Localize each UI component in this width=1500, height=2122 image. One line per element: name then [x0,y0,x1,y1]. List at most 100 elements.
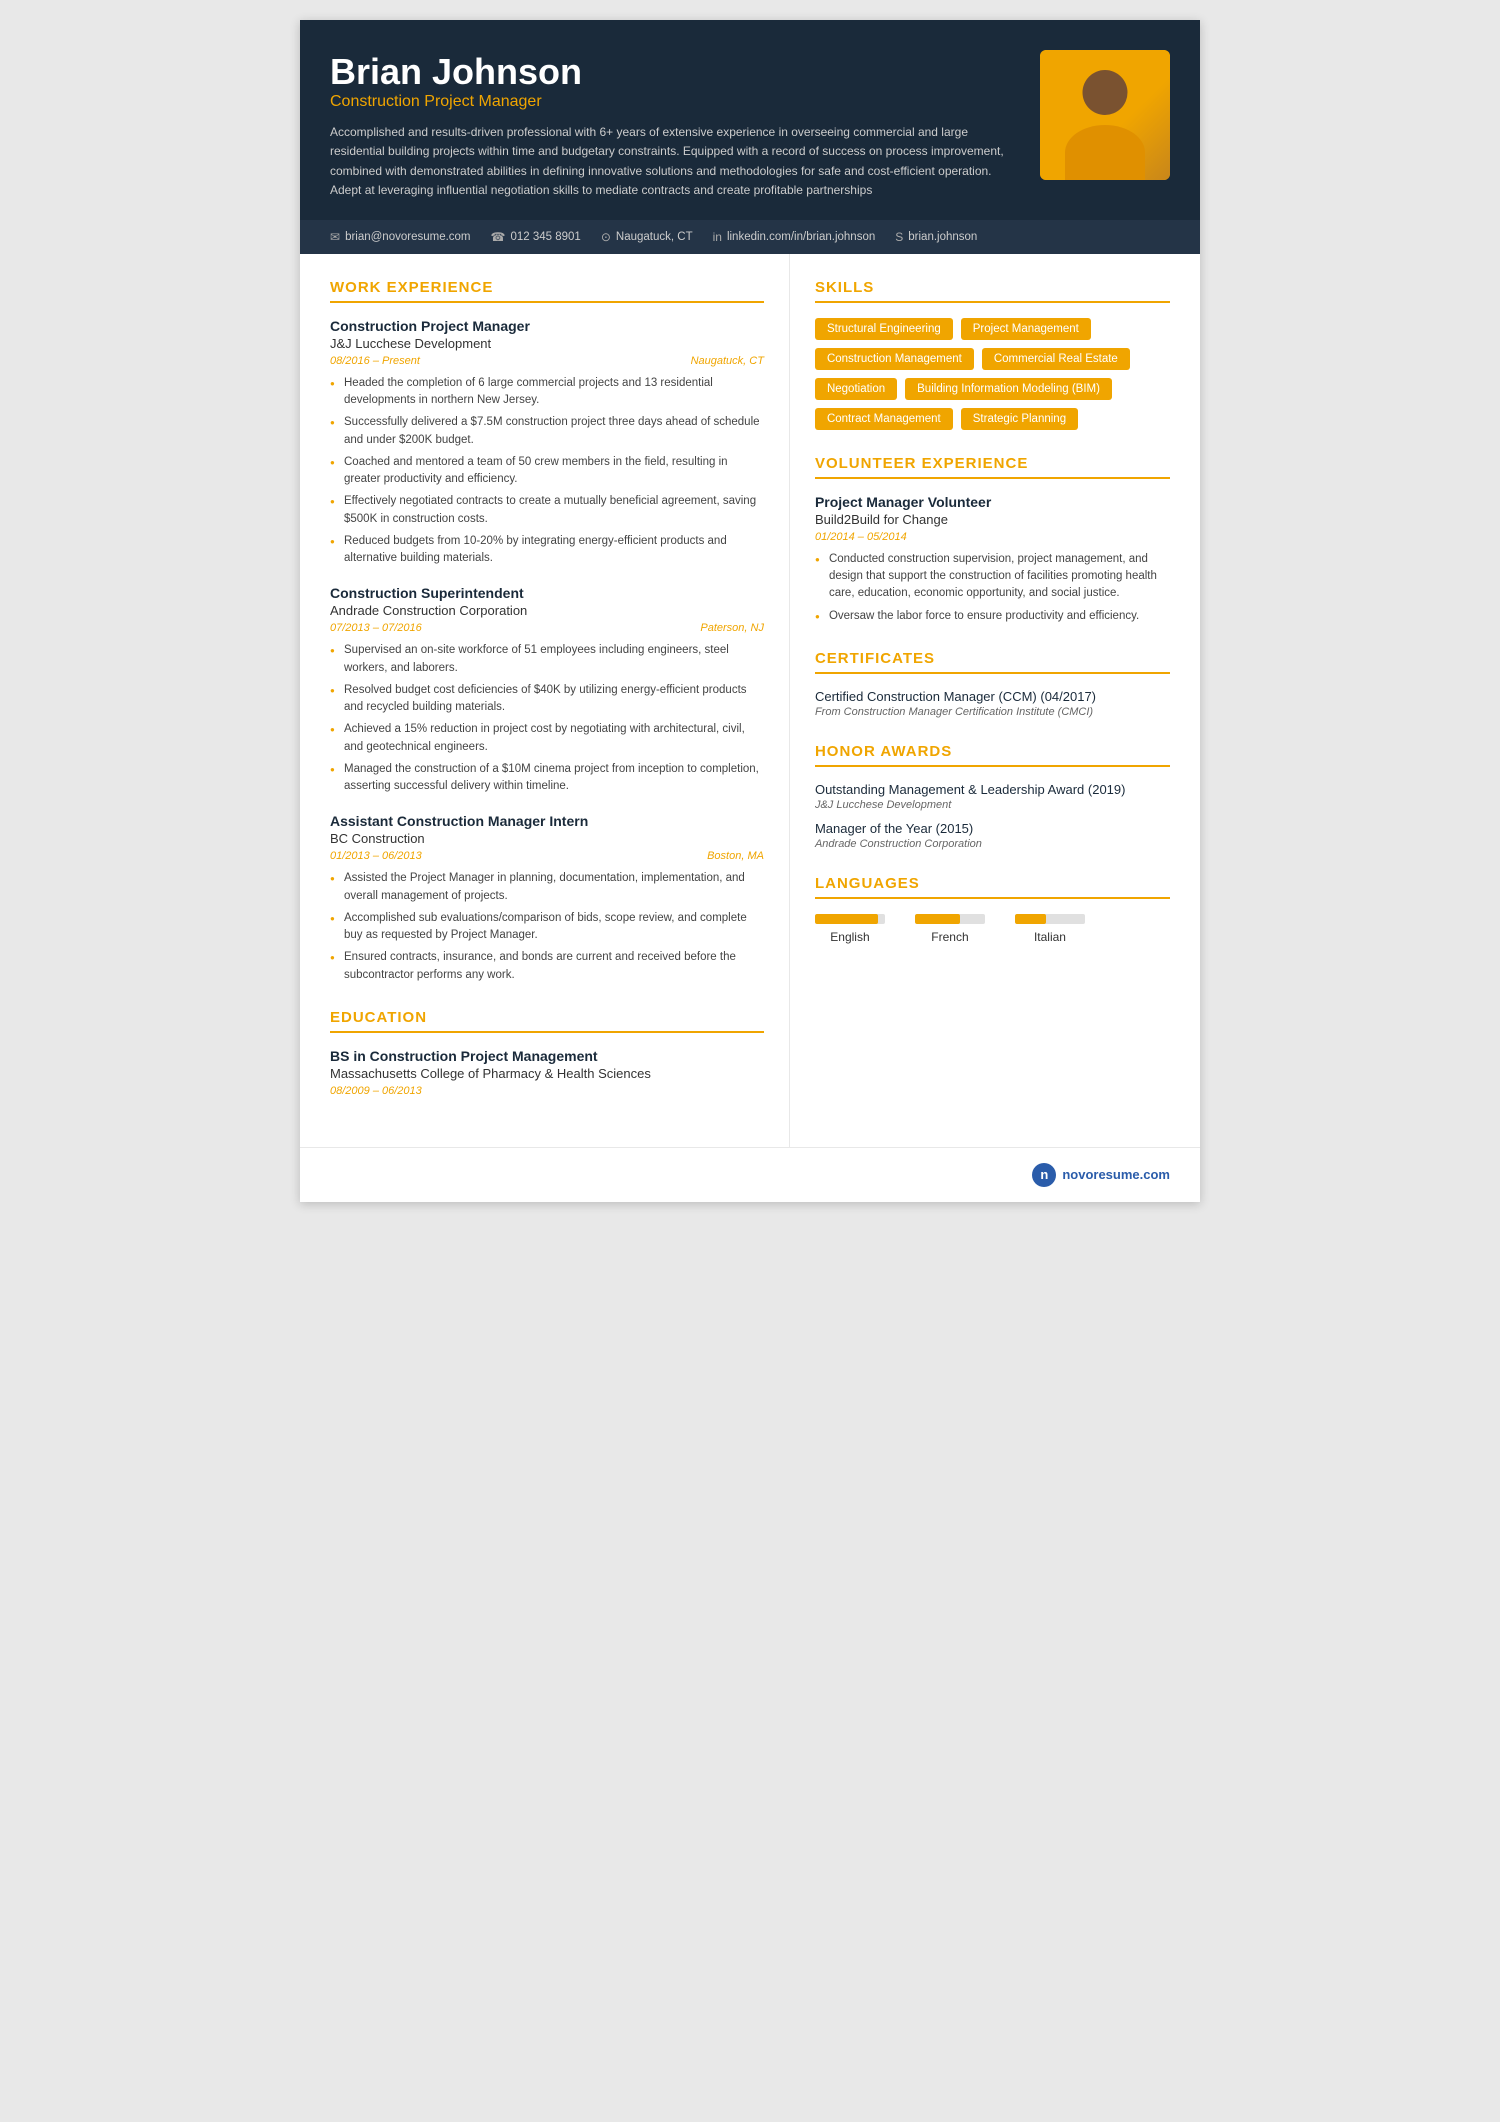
job-2-company: Andrade Construction Corporation [330,603,764,618]
skill-tag-7: Strategic Planning [961,408,1078,430]
location-contact: ⊙ Naugatuck, CT [601,230,693,244]
job-2: Construction Superintendent Andrade Cons… [330,585,764,795]
lang-italian-bar-container [1015,914,1085,924]
location-value: Naugatuck, CT [616,231,693,243]
lang-english-name: English [830,930,869,944]
email-contact: ✉ brian@novoresume.com [330,230,471,244]
email-icon: ✉ [330,230,340,244]
bullet-item: Coached and mentored a team of 50 crew m… [330,454,764,489]
awards-title: HONOR AWARDS [815,743,1170,767]
languages-section: LANGUAGES English French [815,875,1170,944]
job-3-company: BC Construction [330,831,764,846]
job-1-location: Naugatuck, CT [691,355,764,367]
skype-value: brian.johnson [908,231,977,243]
job-3: Assistant Construction Manager Intern BC… [330,813,764,984]
bullet-item: Assisted the Project Manager in planning… [330,870,764,905]
lang-italian-bar [1015,914,1047,924]
linkedin-value: linkedin.com/in/brian.johnson [727,231,875,243]
job-1-title: Construction Project Manager [330,318,764,334]
edu-degree: BS in Construction Project Management [330,1048,764,1064]
candidate-photo [1040,50,1170,180]
footer: n novoresume.com [300,1147,1200,1202]
bullet-item: Conducted construction supervision, proj… [815,551,1170,603]
candidate-summary: Accomplished and results-driven professi… [330,123,1020,200]
edu-dates: 08/2009 – 06/2013 [330,1085,764,1097]
skill-tag-4: Negotiation [815,378,897,400]
skills-title: SKILLS [815,279,1170,303]
volunteer-job-0: Project Manager Volunteer Build2Build fo… [815,494,1170,625]
volunteer-job-title: Project Manager Volunteer [815,494,1170,510]
bullet-item: Managed the construction of a $10M cinem… [330,761,764,796]
email-value: brian@novoresume.com [345,231,470,243]
candidate-title: Construction Project Manager [330,93,1020,111]
job-2-meta: 07/2013 – 07/2016 Paterson, NJ [330,622,764,634]
education-section: EDUCATION BS in Construction Project Man… [330,1009,764,1097]
bullet-item: Achieved a 15% reduction in project cost… [330,721,764,756]
cert-issuer: From Construction Manager Certification … [815,706,1170,718]
job-3-location: Boston, MA [707,850,764,862]
job-3-meta: 01/2013 – 06/2013 Boston, MA [330,850,764,862]
volunteer-section: VOLUNTEER EXPERIENCE Project Manager Vol… [815,455,1170,625]
bullet-item: Resolved budget cost deficiencies of $40… [330,682,764,717]
photo-placeholder [1040,50,1170,180]
skills-section: SKILLS Structural Engineering Project Ma… [815,279,1170,430]
cert-name: Certified Construction Manager (CCM) (04… [815,689,1170,704]
location-icon: ⊙ [601,230,611,244]
job-2-dates: 07/2013 – 07/2016 [330,622,422,634]
lang-italian: Italian [1015,914,1085,944]
skill-tag-6: Contract Management [815,408,953,430]
volunteer-dates: 01/2014 – 05/2014 [815,531,1170,543]
bullet-item: Oversaw the labor force to ensure produc… [815,608,1170,625]
job-1-company: J&J Lucchese Development [330,336,764,351]
phone-value: 012 345 8901 [510,231,580,243]
lang-english-bar-container [815,914,885,924]
bullet-item: Successfully delivered a $7.5M construct… [330,414,764,449]
lang-french: French [915,914,985,944]
certificates-section: CERTIFICATES Certified Construction Mana… [815,650,1170,718]
languages-title: LANGUAGES [815,875,1170,899]
volunteer-org: Build2Build for Change [815,512,1170,527]
job-1-dates: 08/2016 – Present [330,355,420,367]
phone-icon: ☎ [491,230,506,244]
volunteer-bullets: Conducted construction supervision, proj… [815,551,1170,625]
award-1-org: Andrade Construction Corporation [815,838,1170,850]
contact-bar: ✉ brian@novoresume.com ☎ 012 345 8901 ⊙ … [300,220,1200,254]
candidate-name: Brian Johnson [330,50,1020,93]
lang-french-name: French [931,930,968,944]
job-3-dates: 01/2013 – 06/2013 [330,850,422,862]
award-0-name: Outstanding Management & Leadership Awar… [815,782,1170,797]
skype-icon: S [895,230,903,244]
job-1-meta: 08/2016 – Present Naugatuck, CT [330,355,764,367]
lang-english-bar [815,914,878,924]
certificate-0: Certified Construction Manager (CCM) (04… [815,689,1170,718]
left-column: WORK EXPERIENCE Construction Project Man… [300,254,790,1147]
job-1-bullets: Headed the completion of 6 large commerc… [330,375,764,568]
bullet-item: Headed the completion of 6 large commerc… [330,375,764,410]
skill-tag-3: Commercial Real Estate [982,348,1130,370]
job-3-bullets: Assisted the Project Manager in planning… [330,870,764,984]
lang-french-bar [915,914,961,924]
education-item-0: BS in Construction Project Management Ma… [330,1048,764,1097]
lang-english: English [815,914,885,944]
award-1: Manager of the Year (2015) Andrade Const… [815,821,1170,850]
edu-school: Massachusetts College of Pharmacy & Heal… [330,1066,764,1081]
volunteer-title: VOLUNTEER EXPERIENCE [815,455,1170,479]
job-2-location: Paterson, NJ [700,622,764,634]
bullet-item: Ensured contracts, insurance, and bonds … [330,949,764,984]
job-1: Construction Project Manager J&J Lucches… [330,318,764,568]
award-0: Outstanding Management & Leadership Awar… [815,782,1170,811]
skill-tag-2: Construction Management [815,348,974,370]
job-2-bullets: Supervised an on-site workforce of 51 em… [330,642,764,795]
award-1-name: Manager of the Year (2015) [815,821,1170,836]
resume-container: Brian Johnson Construction Project Manag… [300,20,1200,1202]
bullet-item: Accomplished sub evaluations/comparison … [330,910,764,945]
skills-grid: Structural Engineering Project Managemen… [815,318,1170,430]
award-0-org: J&J Lucchese Development [815,799,1170,811]
work-experience-title: WORK EXPERIENCE [330,279,764,303]
job-3-title: Assistant Construction Manager Intern [330,813,764,829]
main-content: WORK EXPERIENCE Construction Project Man… [300,254,1200,1147]
job-2-title: Construction Superintendent [330,585,764,601]
header-section: Brian Johnson Construction Project Manag… [300,20,1200,220]
skill-tag-1: Project Management [961,318,1091,340]
novoresume-logo-text: novoresume.com [1062,1167,1170,1182]
